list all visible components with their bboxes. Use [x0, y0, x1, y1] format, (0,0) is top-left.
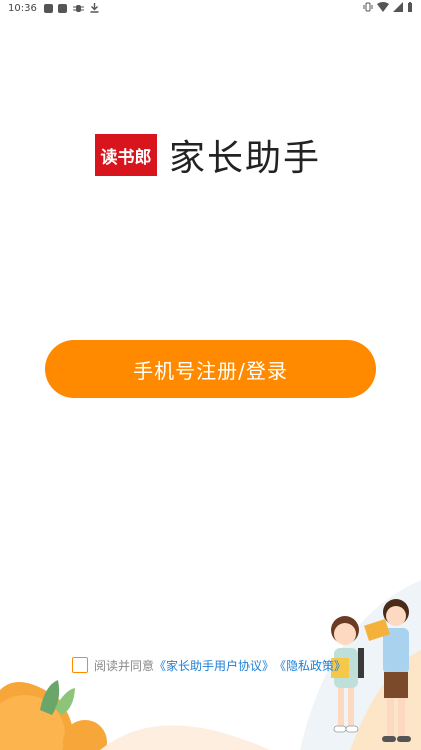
- agreement-row: 阅读并同意 《家长助手用户协议》 《隐私政策》: [72, 656, 346, 674]
- bug-icon: [73, 5, 84, 12]
- brand-logo-text: 读书郎: [100, 147, 152, 168]
- user-agreement-link[interactable]: 《家长助手用户协议》: [154, 657, 274, 674]
- download-icon: [90, 3, 99, 13]
- signal-icon: [393, 2, 403, 12]
- app-title: 家长助手: [169, 138, 322, 179]
- notification-icon: [58, 4, 67, 13]
- agreement-checkbox[interactable]: [72, 657, 88, 673]
- phone-login-button-label: 手机号注册/登录: [133, 358, 288, 383]
- brand-header: 读书郎 家长助手: [95, 134, 321, 179]
- battery-icon: [408, 2, 412, 12]
- agreement-prefix: 阅读并同意: [94, 658, 155, 673]
- vibrate-icon: [363, 2, 373, 12]
- notification-icon: [44, 4, 53, 13]
- brand-logo: 读书郎: [95, 134, 157, 176]
- status-bar: 10:36: [0, 0, 421, 17]
- students-illustration: [0, 580, 421, 750]
- phone-login-button[interactable]: 手机号注册/登录: [45, 340, 376, 398]
- status-time: 10:36: [8, 3, 37, 14]
- privacy-policy-link[interactable]: 《隐私政策》: [274, 657, 346, 674]
- wifi-icon: [377, 2, 389, 12]
- status-right: [363, 2, 413, 12]
